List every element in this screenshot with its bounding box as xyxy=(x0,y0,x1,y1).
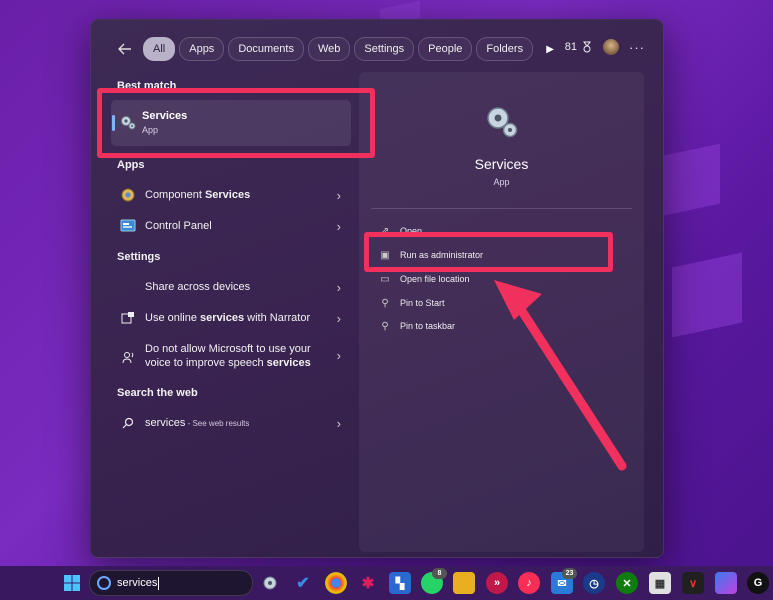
item-label: services - See web results xyxy=(145,417,250,429)
clock-app-icon[interactable]: ◷ xyxy=(583,572,605,594)
remote-desktop-icon[interactable]: ▚ xyxy=(389,572,411,594)
chevron-right-icon[interactable]: › xyxy=(337,280,341,295)
taskbar: services ✔ ✱ ▚ 8 » ♪ ✉ 23 ◷ ✕ ▦ ∨ G xyxy=(0,566,773,600)
logitech-icon[interactable]: G xyxy=(747,572,769,594)
chevron-right-icon[interactable]: › xyxy=(337,416,341,431)
action-pin-to-taskbar[interactable]: ⚲ Pin to taskbar xyxy=(379,320,455,332)
share-icon xyxy=(119,278,137,296)
action-label: Pin to Start xyxy=(400,298,445,308)
pin-icon: ⚲ xyxy=(381,297,389,309)
wallpaper-shape xyxy=(672,252,742,338)
action-label: Open file location xyxy=(400,274,470,284)
component-services-icon xyxy=(119,186,137,204)
filter-chip-settings[interactable]: Settings xyxy=(354,37,415,61)
arrow-left-icon xyxy=(118,43,131,55)
list-item-speech-privacy[interactable]: Do not allow Microsoft to use your voice… xyxy=(111,342,345,370)
taskbar-search-box[interactable]: services xyxy=(89,570,253,596)
header-right: 81 ··· xyxy=(565,39,645,55)
services-gear-icon xyxy=(487,107,518,138)
speech-icon xyxy=(119,348,137,366)
windows-start-icon[interactable] xyxy=(61,572,83,594)
rewards-points[interactable]: 81 xyxy=(565,41,593,53)
list-item-component-services[interactable]: Component Services › xyxy=(111,186,345,204)
store-icon[interactable]: ▦ xyxy=(649,572,671,594)
filter-chip-apps[interactable]: Apps xyxy=(179,37,225,61)
back-button[interactable] xyxy=(111,37,139,61)
user-avatar[interactable] xyxy=(603,39,619,55)
chrome-icon[interactable] xyxy=(325,572,347,594)
divider xyxy=(371,208,632,209)
folder-icon: ▭ xyxy=(380,273,390,285)
more-options-button[interactable]: ··· xyxy=(629,40,645,55)
item-label: Component Services xyxy=(145,189,251,201)
narrator-icon xyxy=(119,309,137,327)
notification-badge: 8 xyxy=(432,568,447,579)
more-filters-play-icon[interactable]: ▶ xyxy=(537,38,563,60)
search-icon xyxy=(119,414,137,432)
filter-chip-documents[interactable]: Documents xyxy=(228,37,304,61)
pin-icon: ⚲ xyxy=(381,320,389,332)
mail-icon[interactable]: ✉ 23 xyxy=(551,568,577,594)
highlight-box-run-as-admin xyxy=(364,232,613,272)
list-item-web-search[interactable]: services - See web results › xyxy=(111,414,345,432)
action-open-file-location[interactable]: ▭ Open file location xyxy=(379,273,470,285)
filter-chip-folders[interactable]: Folders xyxy=(476,37,534,61)
highlight-box-best-match xyxy=(97,88,375,158)
chevron-right-icon[interactable]: › xyxy=(337,348,341,363)
list-item-share-across-devices[interactable]: Share across devices › xyxy=(111,278,345,296)
action-pin-to-start[interactable]: ⚲ Pin to Start xyxy=(379,297,445,309)
detail-subtitle: App xyxy=(493,177,510,187)
settings-header: Settings xyxy=(117,251,161,263)
item-label: Do not allow Microsoft to use your voice… xyxy=(145,343,311,369)
whatsapp-icon[interactable]: 8 xyxy=(421,568,447,594)
apps-header: Apps xyxy=(117,159,145,171)
action-label: Pin to taskbar xyxy=(400,321,456,331)
notification-badge: 23 xyxy=(562,568,577,579)
slack-icon[interactable]: ✱ xyxy=(357,572,379,594)
item-label: Share across devices xyxy=(145,281,251,293)
copilot-icon[interactable] xyxy=(715,572,737,594)
text-caret xyxy=(158,576,160,590)
app-icon-v[interactable]: ∨ xyxy=(682,572,704,594)
filter-chip-people[interactable]: People xyxy=(418,37,473,61)
list-item-control-panel[interactable]: Control Panel › xyxy=(111,217,345,235)
chevron-right-icon[interactable]: › xyxy=(337,188,341,203)
points-value: 81 xyxy=(564,41,577,53)
filter-bar: All Apps Documents Web Settings People F… xyxy=(111,37,563,61)
filter-chip-all[interactable]: All xyxy=(143,37,176,61)
control-panel-icon xyxy=(119,217,137,235)
annotation-arrow xyxy=(494,280,627,471)
search-web-header: Search the web xyxy=(117,387,198,399)
wallpaper-shape xyxy=(660,143,720,217)
todo-check-icon[interactable]: ✔ xyxy=(292,572,314,594)
search-input[interactable]: services xyxy=(117,577,157,589)
item-label: Use online services with Narrator xyxy=(145,312,311,324)
app-icon-red[interactable]: » xyxy=(486,572,508,594)
settings-gear-icon[interactable] xyxy=(259,572,281,594)
xbox-icon[interactable]: ✕ xyxy=(616,572,638,594)
chevron-right-icon[interactable]: › xyxy=(337,311,341,326)
music-icon[interactable]: ♪ xyxy=(518,572,540,594)
list-item-narrator[interactable]: Use online services with Narrator › xyxy=(111,309,345,327)
detail-title: Services xyxy=(474,156,529,172)
chevron-right-icon[interactable]: › xyxy=(337,219,341,234)
file-explorer-icon[interactable] xyxy=(453,572,475,594)
rewards-icon xyxy=(583,41,591,53)
search-icon xyxy=(97,576,111,590)
filter-chip-web[interactable]: Web xyxy=(307,37,351,61)
item-label: Control Panel xyxy=(145,220,212,232)
